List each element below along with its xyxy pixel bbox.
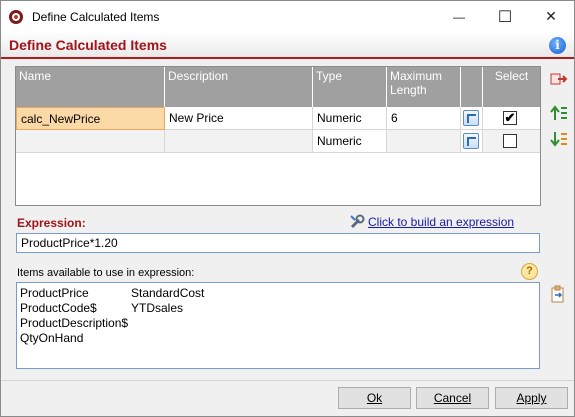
maximize-icon: ☐ [497,8,513,26]
column-header-description[interactable]: Description [165,67,313,107]
list-item[interactable]: ProductDescription$ [20,316,128,331]
close-button[interactable]: ✕ [528,1,574,32]
type-cell[interactable]: Numeric [313,107,387,130]
description-cell[interactable] [165,130,313,153]
page-title: Define Calculated Items [9,37,167,53]
list-item[interactable]: StandardCost [131,286,204,301]
list-item[interactable]: QtyOnHand [20,331,128,346]
column-header-select[interactable]: Select [483,67,540,107]
move-up-icon[interactable] [550,105,568,121]
edit-icon[interactable] [463,110,479,126]
column-header-name[interactable]: Name [16,67,165,107]
minimize-icon: — [453,9,465,24]
app-icon [9,10,23,24]
type-cell[interactable]: Numeric [313,130,387,153]
edit-cell [461,130,483,153]
description-cell[interactable]: New Price [165,107,313,130]
apply-button-label: Apply [516,391,547,405]
column-header-max-length[interactable]: Maximum Length [387,67,461,107]
ok-button-label: Ok [366,391,383,405]
select-checkbox[interactable] [503,134,517,148]
edit-icon[interactable] [463,133,479,149]
minimize-button[interactable]: — [436,1,482,32]
list-item[interactable]: ProductCode$ [20,301,128,316]
header-band: Define Calculated Items i [1,32,574,59]
select-cell: ✔ [483,107,540,130]
footer-divider [1,380,574,381]
apply-button[interactable]: Apply [495,387,568,409]
max-length-cell[interactable] [387,130,461,153]
title-bar: Define Calculated Items — ☐ ✕ [1,1,574,32]
list-item[interactable]: ProductPrice [20,286,128,301]
select-cell [483,130,540,153]
cancel-button-label: Cancel [433,391,472,405]
build-expression-link[interactable]: Click to build an expression [368,215,514,229]
items-list[interactable]: ProductPrice ProductCode$ ProductDescrip… [16,282,540,369]
maximize-button[interactable]: ☐ [482,1,528,32]
table-row[interactable]: Numeric [16,130,540,153]
ok-button[interactable]: Ok [338,387,411,409]
expression-field[interactable]: ProductPrice*1.20 [16,233,540,253]
items-label: Items available to use in expression: [17,267,195,279]
insert-item-icon[interactable] [550,285,566,303]
edit-cell [461,107,483,130]
expression-label: Expression: [17,216,86,230]
calculated-items-grid: Name Description Type Maximum Length Sel… [15,66,541,206]
table-row[interactable]: calc_NewPrice New Price Numeric 6 ✔ [16,107,540,130]
export-icon[interactable] [550,71,568,87]
help-icon[interactable]: ? [521,263,538,280]
wrench-icon[interactable] [349,214,365,230]
select-checkbox[interactable]: ✔ [503,111,517,125]
column-header-edit [461,67,483,107]
info-icon[interactable]: i [549,37,566,54]
close-icon: ✕ [545,8,557,24]
move-down-icon[interactable] [550,131,568,147]
name-cell[interactable]: calc_NewPrice [16,107,165,130]
window-title: Define Calculated Items [32,10,160,24]
grid-header: Name Description Type Maximum Length Sel… [16,67,540,107]
name-cell[interactable] [16,130,165,153]
max-length-cell[interactable]: 6 [387,107,461,130]
list-item[interactable]: YTDsales [131,301,204,316]
cancel-button[interactable]: Cancel [416,387,489,409]
dialog-window: Define Calculated Items — ☐ ✕ Define Cal… [0,0,575,417]
column-header-type[interactable]: Type [313,67,387,107]
